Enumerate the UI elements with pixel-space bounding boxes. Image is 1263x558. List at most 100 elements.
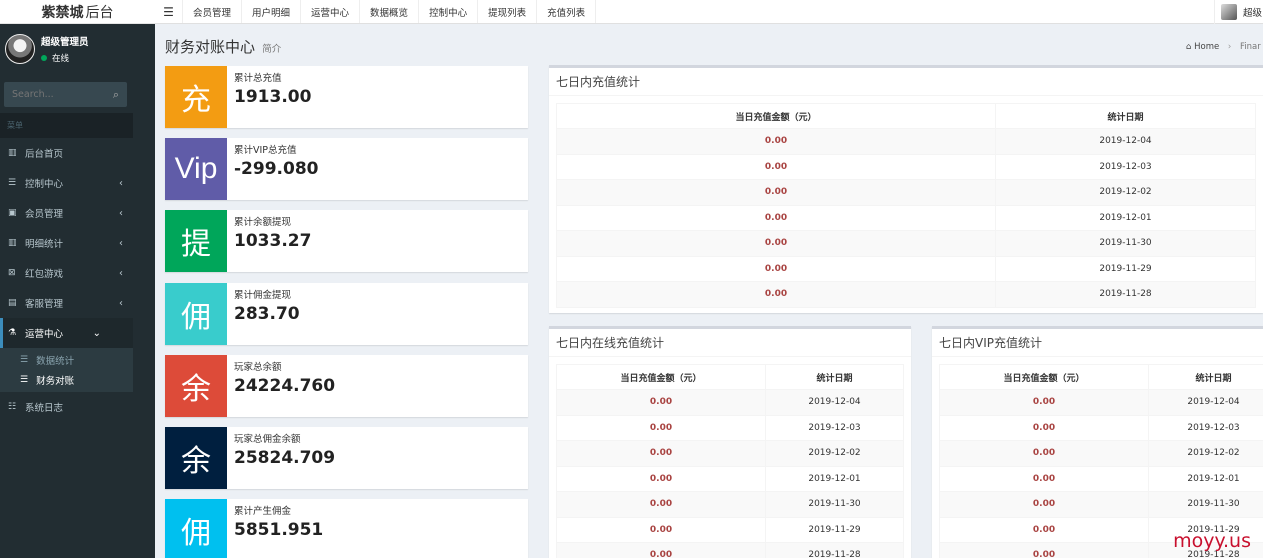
withdraw-icon: 提 bbox=[165, 210, 227, 272]
date-cell: 2019-12-01 bbox=[1148, 465, 1263, 492]
nav-item-user-detail[interactable]: 用户明细 bbox=[242, 0, 302, 23]
search-input[interactable] bbox=[12, 89, 102, 100]
flask-icon: ⚗ bbox=[8, 328, 17, 338]
sub-item-finance[interactable]: ☰ 财务对账 bbox=[0, 370, 133, 390]
table-row: 0.00 2019-12-04 bbox=[556, 389, 904, 416]
table-row: 0.00 2019-11-28 bbox=[556, 542, 904, 558]
user-panel: 超级管理员 在线 bbox=[0, 24, 155, 74]
nav-item-data-overview[interactable]: 数据概览 bbox=[360, 0, 420, 23]
sidebar-item-label: 后台首页 bbox=[25, 149, 64, 160]
sidebar-user-name: 超级管理员 bbox=[41, 37, 89, 48]
amount-cell: 0.00 bbox=[556, 204, 996, 231]
table-row: 0.00 2019-11-30 bbox=[556, 230, 1256, 257]
date-cell: 2019-11-28 bbox=[995, 281, 1256, 308]
stat-label: 累计余额提现 bbox=[234, 217, 292, 228]
sidebar-item-label: 运营中心 bbox=[25, 329, 64, 340]
stat-total-commission: 佣 累计产生佣金 5851.951 bbox=[165, 499, 528, 558]
table-row: 0.00 2019-12-01 bbox=[556, 204, 1256, 231]
nav-item-member[interactable]: 会员管理 bbox=[183, 0, 243, 23]
commission-icon: 佣 bbox=[165, 499, 227, 558]
sidebar-item-control[interactable]: ☰ 控制中心 ‹ bbox=[0, 168, 155, 198]
panel-online-recharge-7day: 七日内在线充值统计 当日充值金额（元） 统计日期 0.00 2019-12-04 … bbox=[549, 326, 911, 558]
sub-item-label: 财务对账 bbox=[36, 376, 75, 387]
date-cell: 2019-12-02 bbox=[765, 440, 904, 467]
sidebar-item-label: 客服管理 bbox=[25, 299, 64, 310]
column-header-date: 统计日期 bbox=[995, 103, 1256, 129]
nav-item-control[interactable]: 控制中心 bbox=[419, 0, 479, 23]
stat-value: 1033.27 bbox=[234, 231, 312, 251]
commission-icon: 佣 bbox=[165, 283, 227, 345]
briefcase-icon: ▤ bbox=[8, 298, 17, 308]
sidebar-item-dashboard[interactable]: ▥ 后台首页 bbox=[0, 138, 155, 168]
breadcrumb-home[interactable]: Home bbox=[1194, 42, 1219, 52]
logo-bold: 紫禁城 bbox=[41, 4, 84, 21]
sidebar-item-label: 控制中心 bbox=[25, 179, 64, 190]
nav-item-withdraw-list[interactable]: 提现列表 bbox=[478, 0, 538, 23]
top-user-menu[interactable]: 超级 bbox=[1214, 0, 1263, 24]
user-status: 在线 bbox=[41, 52, 89, 64]
stat-label: 累计VIP总充值 bbox=[234, 145, 297, 156]
amount-cell: 0.00 bbox=[556, 414, 766, 441]
bar-chart-icon: ▥ bbox=[8, 238, 17, 248]
list-icon: ☰ bbox=[20, 355, 29, 365]
breadcrumb: ⌂ Home › Finar bbox=[1186, 42, 1261, 52]
list-icon: ☰ bbox=[20, 375, 29, 385]
sidebar-item-service[interactable]: ▤ 客服管理 ‹ bbox=[0, 288, 155, 318]
date-cell: 2019-11-29 bbox=[765, 516, 904, 543]
page-subtitle: 简介 bbox=[262, 44, 282, 55]
date-cell: 2019-12-01 bbox=[765, 465, 904, 492]
sidebar-item-members[interactable]: ▣ 会员管理 ‹ bbox=[0, 198, 155, 228]
stat-value: -299.080 bbox=[234, 159, 319, 179]
stat-total-recharge: 充 累计总充值 1913.00 bbox=[165, 66, 528, 128]
stat-label: 玩家总佣金余额 bbox=[234, 434, 301, 445]
amount-cell: 0.00 bbox=[556, 542, 766, 558]
panel-title: 七日内VIP充值统计 bbox=[932, 329, 1263, 357]
stat-vip-recharge: Vip 累计VIP总充值 -299.080 bbox=[165, 138, 528, 200]
stat-label: 累计产生佣金 bbox=[234, 506, 292, 517]
app-logo[interactable]: 紫禁城 后台 bbox=[0, 0, 155, 24]
sidebar-item-label: 红包游戏 bbox=[25, 269, 64, 280]
recharge-table: 当日充值金额（元） 统计日期 0.00 2019-12-04 0.00 2019-1… bbox=[556, 103, 1256, 308]
amount-cell: 0.00 bbox=[939, 516, 1149, 543]
stat-balance-withdraw: 提 累计余额提现 1033.27 bbox=[165, 210, 528, 272]
date-cell: 2019-12-01 bbox=[995, 204, 1256, 231]
table-row: 0.00 2019-11-29 bbox=[556, 255, 1256, 282]
sidebar-search: ⌕ bbox=[4, 82, 127, 107]
amount-cell: 0.00 bbox=[556, 491, 766, 518]
sidebar-item-logs[interactable]: ☷ 系统日志 bbox=[0, 392, 155, 422]
date-cell: 2019-12-04 bbox=[765, 389, 904, 416]
breadcrumb-separator: › bbox=[1227, 42, 1232, 52]
amount-cell: 0.00 bbox=[556, 465, 766, 492]
sidebar-toggle-icon[interactable]: ☰ bbox=[155, 0, 183, 23]
chevron-left-icon: ‹ bbox=[119, 207, 123, 219]
balance-icon: 余 bbox=[165, 355, 227, 417]
gamepad-icon: ⊠ bbox=[8, 268, 16, 278]
date-cell: 2019-11-30 bbox=[1148, 491, 1263, 518]
column-header-date: 统计日期 bbox=[765, 364, 904, 390]
chevron-down-icon: ⌄ bbox=[92, 327, 101, 339]
column-header-amount: 当日充值金额（元） bbox=[556, 364, 766, 390]
sidebar-item-redpacket[interactable]: ⊠ 红包游戏 ‹ bbox=[0, 258, 155, 288]
sub-item-data-stats[interactable]: ☰ 数据统计 bbox=[0, 350, 133, 370]
date-cell: 2019-12-02 bbox=[995, 179, 1256, 206]
amount-cell: 0.00 bbox=[939, 491, 1149, 518]
nav-item-recharge-list[interactable]: 充值列表 bbox=[537, 0, 597, 23]
sidebar-item-stats[interactable]: ▥ 明细统计 ‹ bbox=[0, 228, 155, 258]
date-cell: 2019-12-03 bbox=[1148, 414, 1263, 441]
status-text: 在线 bbox=[52, 54, 70, 64]
stat-value: 5851.951 bbox=[234, 520, 324, 540]
vip-icon: Vip bbox=[165, 138, 227, 200]
table-row: 0.00 2019-12-04 bbox=[939, 389, 1263, 416]
list-icon: ☰ bbox=[8, 178, 17, 188]
table-row: 0.00 2019-12-02 bbox=[939, 440, 1263, 467]
online-recharge-table: 当日充值金额（元） 统计日期 0.00 2019-12-04 0.00 2019-1… bbox=[556, 364, 904, 558]
amount-cell: 0.00 bbox=[939, 465, 1149, 492]
breadcrumb-current: Finar bbox=[1240, 42, 1261, 52]
search-icon[interactable]: ⌕ bbox=[113, 88, 119, 102]
nav-item-operations[interactable]: 运营中心 bbox=[301, 0, 361, 23]
table-row: 0.00 2019-12-01 bbox=[556, 465, 904, 492]
date-cell: 2019-11-28 bbox=[765, 542, 904, 558]
page-title: 财务对账中心 bbox=[165, 38, 256, 56]
sidebar-item-operations[interactable]: ⚗ 运营中心 ⌄ bbox=[0, 318, 133, 348]
chevron-left-icon: ‹ bbox=[119, 177, 123, 189]
